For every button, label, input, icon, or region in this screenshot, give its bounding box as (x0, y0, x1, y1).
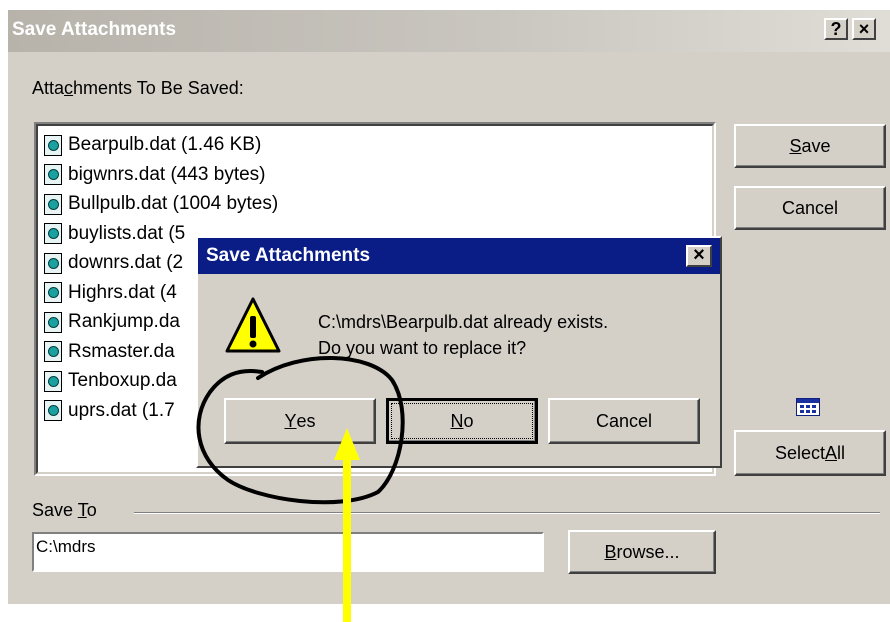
file-name: Bullpulb.dat (1004 bytes) (68, 193, 279, 214)
file-list-item[interactable]: Bearpulb.dat (1.46 KB) (44, 132, 261, 158)
modal-message-line1: C:\mdrs\Bearpulb.dat already exists. (318, 312, 609, 332)
file-name: Tenboxup.da (68, 370, 177, 391)
file-name: Bearpulb.dat (1.46 KB) (68, 134, 262, 155)
file-name: uprs.dat (1.7 (68, 399, 175, 421)
file-icon (44, 341, 62, 362)
save-button[interactable]: Save (734, 124, 886, 168)
file-icon (44, 134, 62, 156)
file-name: Rsmaster.da (68, 340, 175, 362)
file-icon (44, 193, 62, 215)
modal-close-button[interactable]: × (686, 245, 712, 267)
save-to-input[interactable]: C:\mdrs (32, 532, 544, 572)
file-list-item[interactable]: downrs.dat (2 (44, 250, 183, 276)
no-button[interactable]: No (386, 398, 538, 444)
file-list-item[interactable]: Rsmaster.da (44, 339, 175, 365)
file-name: bigwnrs.dat (443 bytes) (68, 163, 266, 185)
save-to-divider (134, 512, 880, 514)
yes-button[interactable]: Yes (224, 398, 376, 444)
file-list-item[interactable]: Tenboxup.da (44, 368, 177, 394)
modal-cancel-button[interactable]: Cancel (548, 398, 700, 444)
browse-button[interactable]: Browse... (568, 530, 716, 574)
file-icon (44, 223, 62, 244)
file-list-item[interactable]: bigwnrs.dat (443 bytes) (44, 162, 266, 188)
file-list-item[interactable]: uprs.dat (1.7 (44, 398, 175, 424)
select-all-icon (796, 398, 820, 416)
file-list-item[interactable]: Rankjump.da (44, 309, 180, 335)
warning-icon (224, 296, 282, 362)
file-name: Highrs.dat (4 (68, 281, 177, 303)
file-list-item[interactable]: Highrs.dat (4 (44, 280, 177, 306)
title-bar: Save Attachments ? × (8, 10, 890, 52)
file-icon (44, 370, 62, 392)
close-button[interactable]: × (852, 18, 876, 40)
file-icon (44, 252, 62, 274)
help-button[interactable]: ? (824, 18, 848, 40)
file-icon (44, 400, 62, 421)
file-name: buylists.dat (5 (68, 222, 186, 244)
cancel-button[interactable]: Cancel (734, 186, 886, 230)
replace-confirm-dialog: Save Attachments × C:\mdrs\Bearpulb.dat … (196, 236, 722, 468)
file-icon (44, 282, 62, 303)
window-title: Save Attachments (12, 19, 177, 40)
save-to-label: Save To (32, 500, 97, 520)
select-all-button[interactable]: Select All (734, 430, 886, 476)
file-name: downrs.dat (2 (68, 252, 184, 273)
modal-title: Save Attachments (206, 245, 371, 266)
modal-message-line2: Do you want to replace it? (318, 338, 527, 358)
file-name: Rankjump.da (68, 311, 180, 332)
file-icon (44, 164, 62, 185)
modal-title-bar: Save Attachments × (198, 238, 720, 274)
file-list-item[interactable]: Bullpulb.dat (1004 bytes) (44, 191, 278, 217)
file-icon (44, 311, 62, 333)
attachments-label: Attachments To Be Saved: (32, 78, 244, 98)
file-list-item[interactable]: buylists.dat (5 (44, 221, 185, 247)
